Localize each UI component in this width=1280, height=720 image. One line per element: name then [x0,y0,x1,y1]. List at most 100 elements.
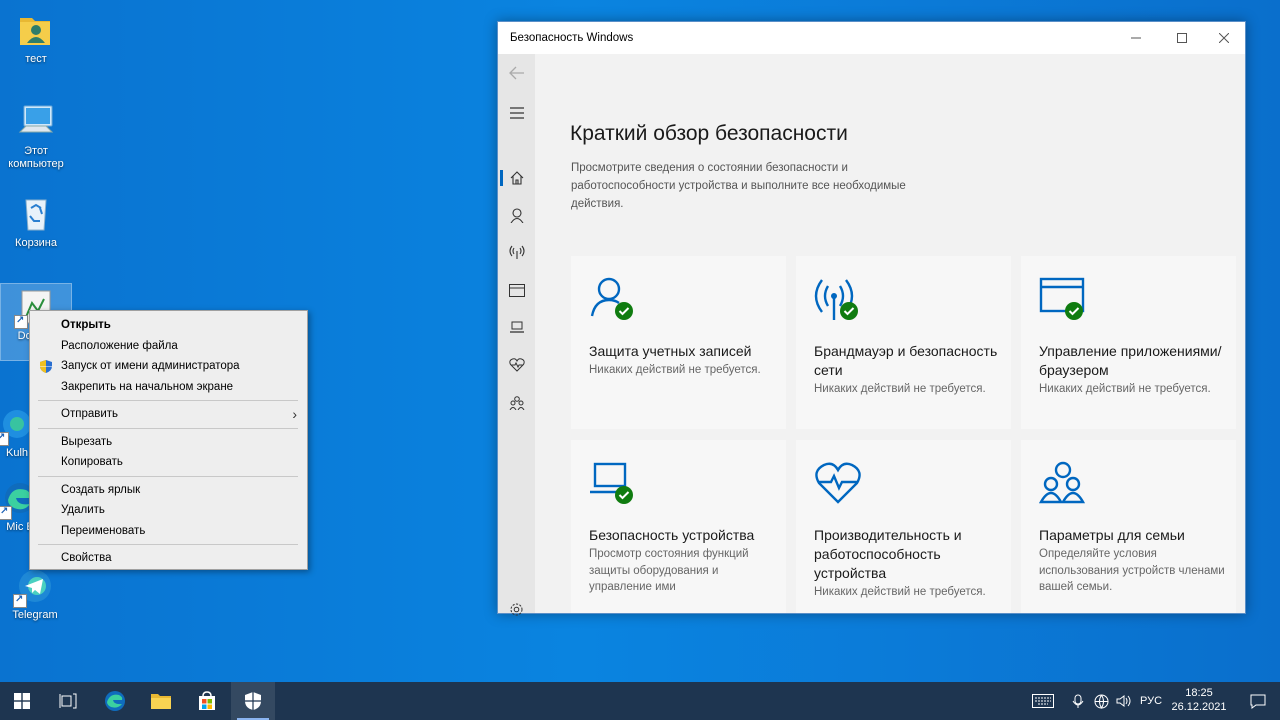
edge-icon [105,691,125,711]
menu-item-file-location[interactable]: Расположение файла [30,336,307,357]
desktop-icon-test[interactable]: тест [1,10,71,66]
menu-separator [38,427,298,429]
menu-item-create-shortcut[interactable]: Создать ярлык [30,480,307,501]
notification-icon [1250,694,1266,709]
card-family-options[interactable]: Параметры для семьи Определяйте условия … [1021,440,1236,613]
card-app-browser-control[interactable]: Управление приложениями/браузером Никаки… [1021,256,1236,429]
card-status: Никаких действий не требуется. [589,364,761,376]
menu-item-delete[interactable]: Удалить [30,500,307,521]
card-device-security[interactable]: Безопасность устройства Просмотр состоян… [571,440,786,613]
tray-clock[interactable]: 18:25 26.12.2021 [1170,686,1228,714]
globe-icon [1094,694,1108,709]
taskbar-windows-security[interactable] [231,682,275,720]
card-title: Брандмауэр и безопасность сети [814,343,998,378]
taskbar: РУС 18:25 26.12.2021 [0,682,1280,720]
home-icon [510,171,523,185]
tray-volume[interactable] [1113,682,1135,720]
title-bar[interactable]: Безопасность Windows [498,22,1245,54]
page-title: Краткий обзор безопасности [570,122,848,145]
desktop-icon-this-pc[interactable]: Этот компьютер [1,102,71,171]
shield-icon [245,692,261,710]
nav-account-protection[interactable] [498,200,535,230]
laptop-icon [509,321,524,333]
speaker-icon [1116,695,1131,707]
menu-item-open[interactable]: Открыть [30,315,307,336]
microphone-icon [1072,694,1084,708]
wireless-icon [508,245,525,259]
maximize-button[interactable] [1159,22,1205,54]
task-view-button[interactable] [46,682,90,720]
tray-notifications-panel[interactable] [1023,682,1063,720]
tray-network[interactable] [1090,682,1112,720]
family-icon [1039,461,1086,504]
account-protection-icon [590,277,633,320]
menu-item-pin-start[interactable]: Закрепить на начальном экране [30,377,307,398]
menu-separator [38,400,298,401]
tray-language[interactable]: РУС [1140,682,1162,720]
heart-pulse-icon [815,462,861,504]
computer-icon [16,102,56,142]
desktop-icon-label: Telegram [12,609,58,621]
start-button[interactable] [0,682,44,720]
back-arrow-icon [508,66,524,80]
minimize-button[interactable] [1113,22,1159,54]
store-bag-icon [199,691,215,710]
card-title: Параметры для семьи [1039,527,1185,543]
windows-security-window: Безопасность Windows Краткий обзор безоп… [497,21,1246,615]
taskbar-file-explorer[interactable] [139,682,183,720]
menu-item-properties[interactable]: Свойства [30,548,307,569]
back-button[interactable] [498,58,535,88]
card-title: Производительность и работоспособность у… [814,527,962,581]
menu-item-send-to[interactable]: Отправить › [30,404,307,425]
menu-item-rename[interactable]: Переименовать [30,521,307,542]
nav-firewall[interactable] [498,237,535,267]
menu-button[interactable] [498,98,535,128]
menu-item-cut[interactable]: Вырезать [30,432,307,453]
card-firewall[interactable]: Брандмауэр и безопасность сети Никаких д… [796,256,1011,429]
navigation-sidebar [498,54,535,615]
close-button[interactable] [1201,22,1247,54]
nav-device-performance[interactable] [498,350,535,380]
card-status: Никаких действий не требуется. [814,586,986,598]
browser-window-icon [508,283,525,297]
menu-item-copy[interactable]: Копировать [30,452,307,473]
menu-item-run-as-admin[interactable]: Запуск от имени администратора [30,356,307,377]
taskbar-store[interactable] [185,682,229,720]
family-icon [509,396,524,410]
minimize-icon [1131,37,1141,39]
action-center-button[interactable] [1236,682,1280,720]
nav-home[interactable] [498,163,535,193]
clock-date: 26.12.2021 [1171,701,1227,713]
tray-meet-now[interactable] [1067,682,1089,720]
nav-device-security[interactable] [498,312,535,342]
taskbar-edge[interactable] [93,682,137,720]
desktop-icon-label: тест [25,53,47,65]
main-content: Краткий обзор безопасности Просмотрите с… [535,54,1245,613]
shortcut-arrow-icon [14,314,28,329]
heart-pulse-icon [508,358,525,372]
card-device-performance[interactable]: Производительность и работоспособность у… [796,440,1011,613]
device-security-icon [590,462,633,504]
gear-icon [510,603,523,615]
shortcut-arrow-icon [0,431,9,446]
card-status: Никаких действий не требуется. [1039,383,1211,395]
nav-app-browser[interactable] [498,275,535,305]
desktop-icon-label: Этот компьютер [8,145,64,170]
card-title: Управление приложениями/браузером [1039,343,1222,378]
folder-icon [151,694,171,709]
user-folder-icon [16,10,56,50]
hamburger-icon [509,107,524,119]
card-account-protection[interactable]: Защита учетных записей Никаких действий … [571,256,786,429]
desktop-icon-telegram[interactable]: Telegram [0,566,70,622]
desktop-icon-recycle-bin[interactable]: Корзина [1,194,71,250]
close-icon [1218,32,1230,44]
card-title: Безопасность устройства [589,527,755,543]
nav-family-options[interactable] [498,388,535,418]
card-status: Никаких действий не требуется. [814,383,986,395]
recycle-bin-icon [16,194,56,234]
firewall-icon [814,279,858,320]
shortcut-arrow-icon [13,593,27,608]
menu-item-label: Отправить [61,408,119,420]
person-icon [510,207,523,223]
nav-settings[interactable] [498,594,535,624]
